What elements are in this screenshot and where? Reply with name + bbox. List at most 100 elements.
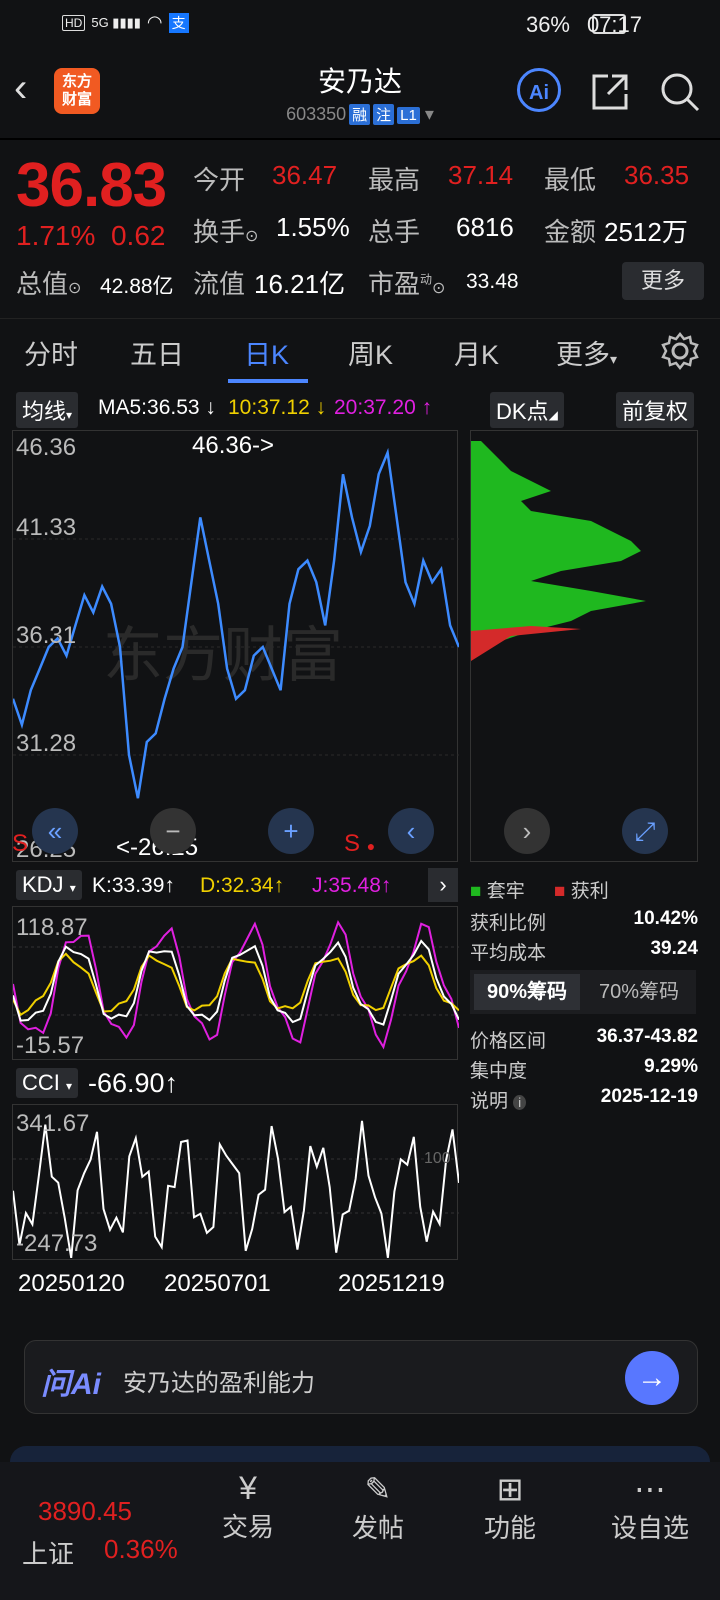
- ai-question-bar[interactable]: 问Ai 安乃达的盈利能力 →: [24, 1340, 698, 1414]
- alipay-icon: 支: [168, 12, 189, 33]
- kdj-k-value: K:33.39↑: [92, 874, 175, 897]
- ma20-value: 20:37.20 ↑: [334, 396, 433, 419]
- volume-label: 总手: [368, 217, 421, 247]
- high-label: 最高: [368, 165, 421, 195]
- ma-selector[interactable]: 均线▾: [16, 392, 79, 428]
- avg-cost-label: 平均成本: [470, 943, 547, 964]
- kdj-d-value: D:32.34↑: [200, 874, 285, 897]
- profit-ratio-value: 10.42%: [633, 908, 698, 929]
- pe-label: 市盈动⊙: [368, 269, 446, 299]
- price-range-label: 价格区间: [470, 1031, 547, 1052]
- settings-gear-icon[interactable]: [660, 331, 700, 371]
- more-circle-icon: ⋯: [634, 1471, 666, 1507]
- more-button[interactable]: 更多: [622, 262, 704, 300]
- turnover-value: 1.55%: [276, 212, 350, 242]
- grid-icon: ⊞: [496, 1471, 524, 1507]
- clock: 07:17: [586, 12, 642, 37]
- zoom-in-icon[interactable]: +: [268, 808, 314, 854]
- ai-button[interactable]: Ai: [517, 68, 561, 112]
- concentration-label: 集中度: [470, 1061, 528, 1082]
- change-row: 1.71% 0.62: [16, 220, 166, 251]
- search-icon[interactable]: [658, 70, 702, 114]
- tab-more[interactable]: 更多▾: [556, 333, 617, 372]
- sell-signal: S ●: [344, 830, 376, 857]
- open-value: 36.47: [272, 160, 338, 190]
- index-name[interactable]: 上证: [22, 1534, 74, 1571]
- chip-distribution[interactable]: [470, 430, 698, 862]
- expand-icon[interactable]: ⤢: [622, 808, 668, 854]
- note-date: 2025-12-19: [600, 1086, 698, 1107]
- nav-trade[interactable]: ¥ 交易: [208, 1470, 288, 1544]
- zoom-out-icon[interactable]: −: [150, 808, 196, 854]
- stock-code: 603350: [286, 104, 347, 124]
- index-value[interactable]: 3890.45: [38, 1496, 132, 1527]
- scroll-right-icon[interactable]: ›: [504, 808, 550, 854]
- profit-ratio-label: 获利比例: [470, 913, 547, 934]
- nav-post[interactable]: ✎ 发帖: [338, 1470, 418, 1545]
- send-arrow-icon[interactable]: →: [625, 1351, 679, 1405]
- nav-watchlist[interactable]: ⋯ 设自选: [600, 1470, 700, 1545]
- sell-signal-left: S: [12, 830, 29, 857]
- scroll-left-icon[interactable]: ‹: [388, 808, 434, 854]
- y-label-3: 36.31: [16, 622, 77, 649]
- trapped-legend: ■ 套牢: [470, 881, 525, 902]
- ai-brand: 问Ai: [41, 1368, 101, 1401]
- date-start: 20250120: [18, 1270, 125, 1297]
- kdj-selector[interactable]: KDJ ▾: [16, 870, 82, 900]
- active-tab-indicator: [228, 379, 308, 383]
- cci-value: -66.90↑: [88, 1068, 179, 1098]
- price-chart-svg: 东方财富: [11, 447, 461, 799]
- kdj-max-label: 118.87: [16, 914, 88, 941]
- dropdown-icon: ▾: [424, 104, 434, 124]
- concentration-value: 9.29%: [644, 1056, 698, 1077]
- scroll-left-fast-icon[interactable]: «: [32, 808, 78, 854]
- kdj-j-value: J:35.48↑: [312, 874, 392, 897]
- tab-intraday[interactable]: 分时: [24, 333, 78, 372]
- open-label: 今开: [193, 165, 246, 195]
- index-pct[interactable]: 0.36%: [104, 1534, 178, 1565]
- mcap-label: 总值⊙: [16, 269, 82, 299]
- tab-daily-k[interactable]: 日K: [244, 333, 289, 372]
- adjust-toggle[interactable]: 前复权: [616, 392, 695, 428]
- cci-max-label: 341.67: [16, 1110, 90, 1137]
- tab-weekly-k[interactable]: 周K: [348, 333, 393, 372]
- cci-min-label: -247.73: [16, 1230, 98, 1257]
- next-indicator-icon[interactable]: ›: [428, 868, 458, 902]
- tag-margin: 融: [349, 104, 371, 125]
- chip-distribution-svg: [471, 441, 646, 661]
- avg-cost-value: 39.24: [650, 938, 698, 959]
- cci-selector[interactable]: CCI ▾: [16, 1068, 79, 1098]
- tab-70-chip[interactable]: 70%筹码: [586, 974, 692, 1010]
- kdj-min-label: -15.57: [16, 1032, 85, 1059]
- share-icon[interactable]: [588, 70, 632, 114]
- high-value: 37.14: [448, 160, 514, 190]
- ma5-value: MA5:36.53 ↓: [98, 396, 216, 419]
- float-label: 流值: [193, 269, 246, 299]
- y-label-2: 41.33: [16, 514, 77, 541]
- profit-legend: ■ 获利: [554, 881, 609, 902]
- quote-panel: 36.83 1.71% 0.62 今开 36.47 最高 37.14 最低 36…: [0, 140, 720, 315]
- tab-monthly-k[interactable]: 月K: [454, 333, 499, 372]
- battery-level: 36%: [525, 12, 570, 37]
- note-label[interactable]: 说明 i: [470, 1086, 527, 1113]
- tab-90-chip[interactable]: 90%筹码: [474, 974, 580, 1010]
- bottom-nav: 3890.45 上证 0.36% ¥ 交易 ✎ 发帖 ⊞ 功能 ⋯ 设自选: [0, 1462, 720, 1600]
- tab-5day[interactable]: 五日: [130, 333, 184, 372]
- low-value: 36.35: [624, 160, 690, 190]
- date-end: 20251219: [338, 1270, 445, 1297]
- date-mid: 20250701: [164, 1270, 271, 1297]
- y-label-4: 31.28: [16, 730, 77, 757]
- price-range-value: 36.37-43.82: [596, 1026, 698, 1047]
- trade-icon: ¥: [239, 1470, 257, 1506]
- turnover-label: 换手⊙: [193, 217, 259, 247]
- amount-value: 2512万: [604, 217, 688, 247]
- tag-level: L1: [397, 107, 420, 124]
- nav-functions[interactable]: ⊞ 功能: [470, 1470, 550, 1545]
- signal-icon: 5G ▮▮▮▮: [91, 14, 141, 30]
- status-icons: HD 5G ▮▮▮▮ ◠ 支: [62, 12, 189, 33]
- dk-point-toggle[interactable]: DK点◢: [490, 392, 564, 428]
- amount-label: 金额: [544, 217, 597, 247]
- tag-note: 注: [373, 104, 395, 125]
- max-price-marker: 46.36->: [192, 432, 275, 459]
- price-chart[interactable]: 东方财富: [11, 430, 461, 862]
